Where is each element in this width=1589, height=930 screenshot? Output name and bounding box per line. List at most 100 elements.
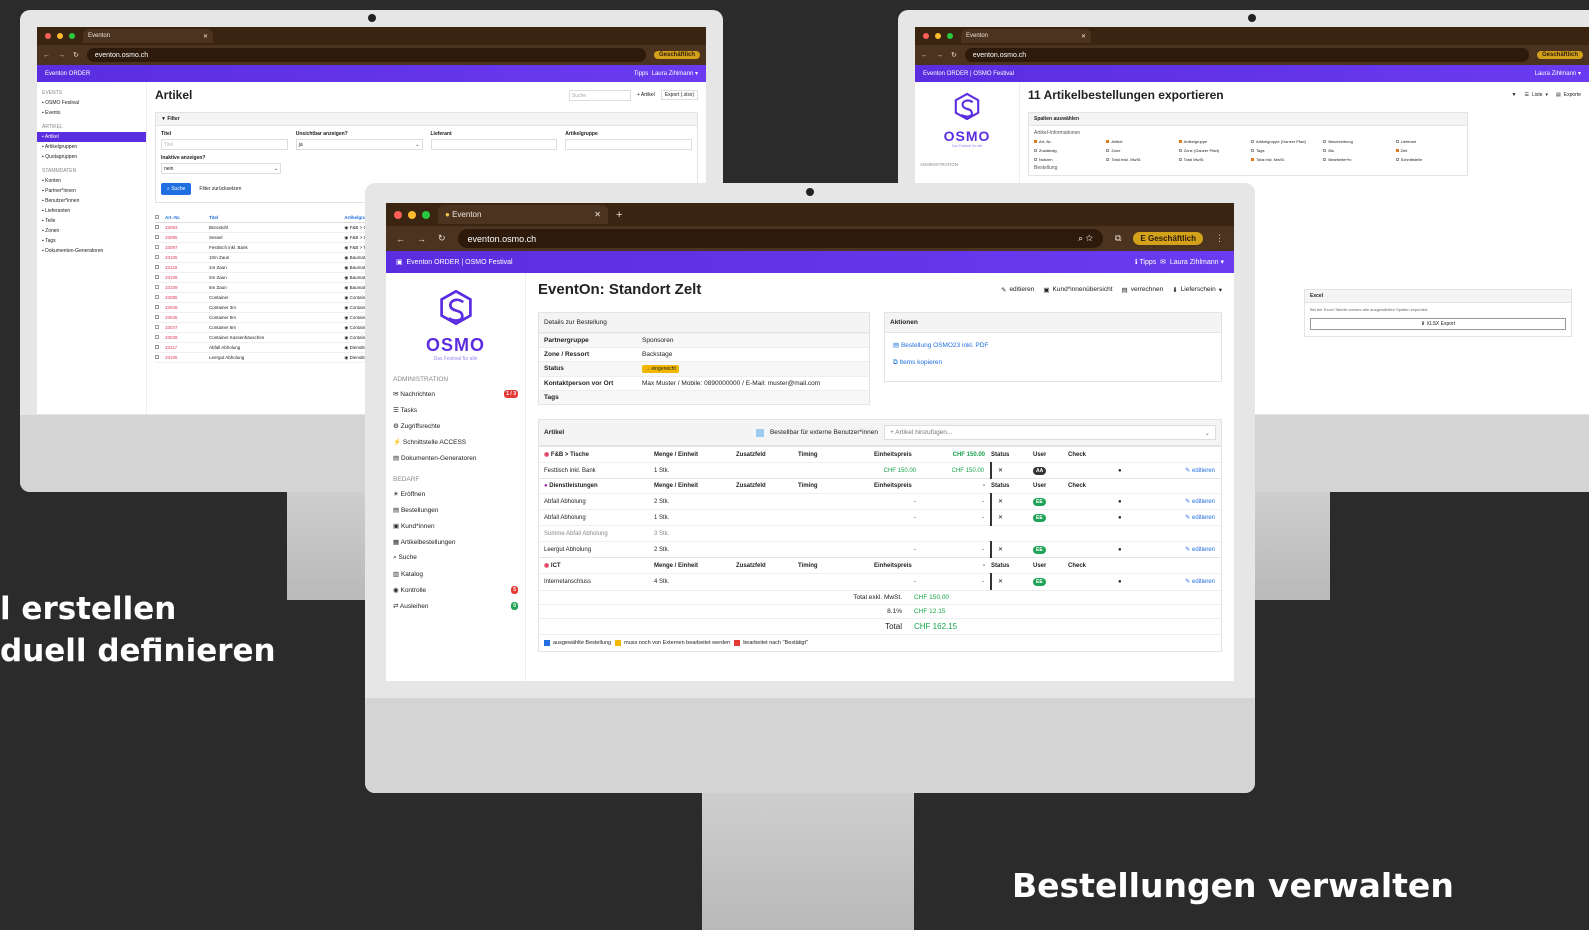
sidebar-item-bestellungen[interactable]: ▤ Bestellungen	[386, 502, 525, 518]
browser-tab[interactable]: Eventon ✕	[961, 29, 1091, 43]
edit-button[interactable]: ✎ editieren	[1001, 286, 1034, 294]
close-icon[interactable]: ✕	[991, 542, 1033, 558]
close-icon[interactable]: ✕	[203, 33, 208, 40]
comment-icon[interactable]: ●	[1118, 574, 1158, 590]
cell-artnr[interactable]: 33118	[163, 263, 207, 273]
lieferant-select[interactable]	[430, 139, 558, 150]
sidebar-item-kund-innen[interactable]: ▣ Kund*innen	[386, 518, 525, 534]
back-icon[interactable]: ←	[43, 52, 50, 59]
col-header[interactable]: Titel	[207, 213, 342, 223]
edit-row-button[interactable]: ✎ editieren	[1158, 494, 1221, 510]
sidebar-item-teile[interactable]: ▪ Teile	[37, 216, 146, 226]
profile-button[interactable]: Geschäftlich	[653, 51, 700, 59]
sidebar-item-benutzer-innen[interactable]: ▪ Benutzer*innen	[37, 196, 146, 206]
sidebar-item-lieferanten[interactable]: ▪ Lieferanten	[37, 206, 146, 216]
column-option[interactable]: Zone (Ganzer Pfad)	[1178, 148, 1245, 153]
comment-icon[interactable]: ●	[1118, 542, 1158, 558]
aktion-copy-link[interactable]: ⧉ Items kopieren	[885, 349, 1221, 367]
comment-icon[interactable]: ●	[1118, 463, 1158, 479]
reset-filter-button[interactable]: Filter zurücksetzen	[199, 186, 241, 192]
sidebar-item-tasks[interactable]: ☰ Tasks	[386, 402, 525, 418]
column-option[interactable]: Bearbeiter*in	[1323, 157, 1389, 162]
invoice-button[interactable]: ▤ verrechnen	[1122, 286, 1164, 294]
row-checkbox[interactable]	[155, 263, 163, 273]
col-header[interactable]: Art.-Nr.	[163, 213, 207, 223]
cell-artnr[interactable]: 33105	[163, 253, 207, 263]
sidebar-item-artikelbestellungen[interactable]: ▦ Artikelbestellungen	[386, 534, 525, 550]
close-icon[interactable]: ✕	[991, 510, 1033, 526]
app-brand[interactable]: Eventon ORDER	[45, 71, 90, 77]
forward-icon[interactable]: →	[58, 52, 65, 59]
cell-artnr[interactable]: 33093	[163, 223, 207, 233]
row-checkbox[interactable]	[155, 333, 163, 343]
row-checkbox[interactable]	[155, 273, 163, 283]
table-row[interactable]: Leergut Abholung 2 Stk. - - ✕ EE ● ✎ editieren	[539, 541, 1221, 558]
sidebar-item-zonen[interactable]: ▪ Zonen	[37, 226, 146, 236]
row-checkbox[interactable]	[155, 293, 163, 303]
url-text[interactable]: eventon.osmo.ch	[973, 52, 1026, 59]
sidebar-item-dokumenten-generatoren[interactable]: ▪ Dokumenten-Generatoren	[37, 246, 146, 256]
exporte-button[interactable]: ▤ Exporte	[1556, 92, 1581, 98]
sidebar-item-ausleihen[interactable]: ⇄ Ausleihen 0	[386, 598, 525, 614]
sidebar-item-artikelgruppen[interactable]: ▪ Artikelgruppen	[37, 142, 146, 152]
sidebar-item-suche[interactable]: ⌕ Suche	[386, 550, 525, 566]
back-icon[interactable]: ←	[921, 52, 928, 59]
xlsx-export-button[interactable]: ⬇ XLSX Export	[1310, 318, 1566, 330]
browser-tab[interactable]: Eventon ✕	[83, 29, 213, 43]
row-checkbox[interactable]	[155, 223, 163, 233]
url-text[interactable]: eventon.osmo.ch	[95, 52, 148, 59]
cell-artnr[interactable]: 33038	[163, 333, 207, 343]
forward-icon[interactable]: →	[936, 52, 943, 59]
sidebar-item-artikel[interactable]: ▪ Artikel	[37, 132, 146, 142]
column-option[interactable]: Zone	[1106, 148, 1172, 153]
reload-icon[interactable]: ↻	[73, 51, 79, 59]
browser-tab[interactable]: ● Eventon ✕	[438, 205, 608, 224]
add-artikel-button[interactable]: + Artikel	[637, 92, 655, 98]
sidebar-item-schnittstelle-access[interactable]: ⚡ Schnittstelle ACCESS	[386, 434, 525, 450]
sidebar-item-dokumenten-generatoren[interactable]: ▤ Dokumenten-Generatoren	[386, 450, 525, 466]
aktion-pdf-link[interactable]: ▤ Bestellung OSMO23 inkl. PDF	[885, 333, 1221, 349]
reload-icon[interactable]: ↻	[951, 51, 957, 59]
table-row[interactable]: Abfall Abholung 2 Stk. - - ✕ EE ● ✎ editieren	[539, 493, 1221, 510]
comment-icon[interactable]: ●	[1118, 510, 1158, 526]
add-artikel-select[interactable]: + Artikel hinzufügen... ⌄	[884, 425, 1216, 440]
inaktive-select[interactable]: nein ⌄	[161, 163, 281, 174]
customer-overview-button[interactable]: ▣ Kund*innenübersicht	[1043, 286, 1112, 294]
column-option[interactable]: Artikel	[1106, 139, 1172, 144]
row-checkbox[interactable]	[155, 343, 163, 353]
app-brand[interactable]: ▣ Eventon ORDER | OSMO Festival	[396, 258, 513, 266]
close-icon[interactable]: ✕	[1081, 33, 1086, 40]
close-icon[interactable]: ✕	[991, 574, 1033, 590]
zoom-icon[interactable]: ⌕ ☆	[1078, 233, 1093, 244]
table-row[interactable]: Abfall Abholung 1 Stk. - - ✕ EE ● ✎ editieren	[539, 509, 1221, 526]
profile-button[interactable]: Geschäftlich	[1536, 51, 1583, 59]
cell-artnr[interactable]: 33108	[163, 273, 207, 283]
row-checkbox[interactable]	[155, 233, 163, 243]
column-option[interactable]: Tags	[1251, 148, 1317, 153]
sidebar-item-osmo-festival[interactable]: ▪ OSMO Festival	[37, 98, 146, 108]
extensions-icon[interactable]: ⧉	[1115, 233, 1121, 244]
cell-artnr[interactable]: 33106	[163, 353, 207, 363]
edit-row-button[interactable]: ✎ editieren	[1158, 510, 1221, 526]
reload-icon[interactable]: ↻	[438, 233, 446, 244]
unsichtbar-select[interactable]: ja ⌄	[295, 139, 423, 150]
cell-artnr[interactable]: 33117	[163, 343, 207, 353]
sidebar-item-zugriffsrechte[interactable]: ⚙ Zugriffsrechte	[386, 418, 525, 434]
column-option[interactable]: Lieferant	[1395, 139, 1462, 144]
sidebar-item-katalog[interactable]: ▥ Katalog	[386, 566, 525, 582]
extern-checkbox[interactable]	[755, 428, 764, 437]
row-checkbox[interactable]	[155, 253, 163, 263]
delivery-note-button[interactable]: ⬇ Lieferschein ▾	[1172, 286, 1222, 294]
edit-row-button[interactable]: ✎ editieren	[1158, 542, 1221, 558]
user-menu[interactable]: Tipps Laura Zihlmann ▾	[634, 70, 698, 77]
sidebar-item-tags[interactable]: ▪ Tags	[37, 236, 146, 246]
cell-artnr[interactable]: 33097	[163, 243, 207, 253]
column-option[interactable]: Artikelgruppe (Ganzer Pfad)	[1251, 139, 1317, 144]
comment-icon[interactable]: ●	[1118, 494, 1158, 510]
sidebar-item-konten[interactable]: ▪ Konten	[37, 176, 146, 186]
column-option[interactable]: Art.-Nr.	[1034, 139, 1100, 144]
column-option[interactable]: Beschreibung	[1323, 139, 1389, 144]
sidebar-item-quotagruppen[interactable]: ▪ Quotagruppen	[37, 152, 146, 162]
close-icon[interactable]: ✕	[991, 494, 1033, 510]
table-row[interactable]: Festtisch inkl. Bank 1 Stk. CHF 150.00 CHF …	[539, 462, 1221, 479]
